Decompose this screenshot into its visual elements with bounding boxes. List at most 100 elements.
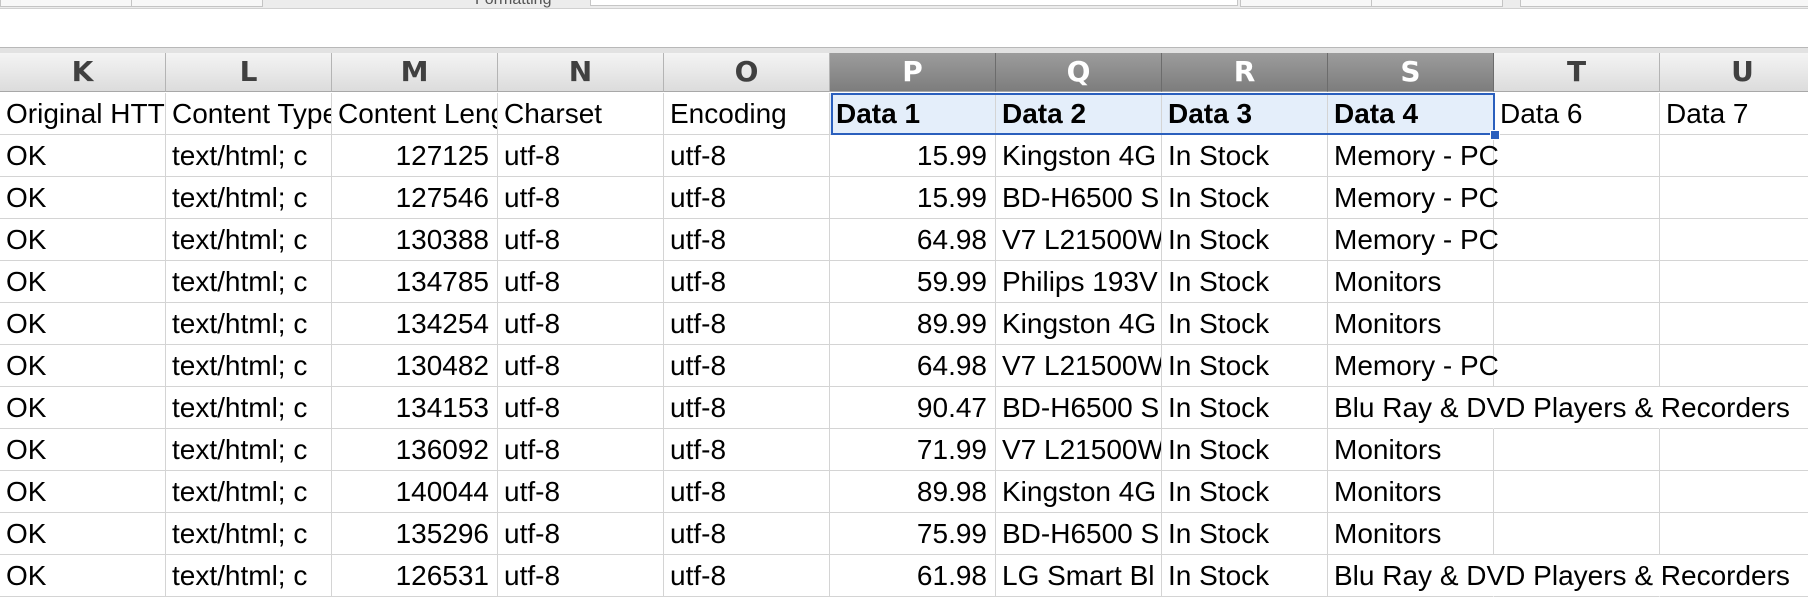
cell-k[interactable]: OK — [0, 219, 166, 261]
cell-n[interactable]: utf-8 — [498, 345, 664, 387]
cell-t[interactable] — [1494, 429, 1660, 471]
cell-q[interactable]: BD-H6500 S — [996, 513, 1162, 555]
cell-o[interactable]: utf-8 — [664, 219, 830, 261]
cell-l[interactable]: text/html; c — [166, 429, 332, 471]
cell-t[interactable] — [1494, 135, 1660, 177]
cell-l[interactable]: text/html; c — [166, 219, 332, 261]
cell-s[interactable]: Memory - PC — [1328, 345, 1499, 387]
cell-p[interactable]: 89.98 — [830, 471, 996, 513]
cell-o[interactable]: utf-8 — [664, 135, 830, 177]
cell-s[interactable]: Monitors — [1328, 261, 1494, 303]
cell-o[interactable]: utf-8 — [664, 261, 830, 303]
cell-k[interactable]: OK — [0, 429, 166, 471]
cell-m[interactable]: 134153 — [332, 387, 498, 429]
cell-o[interactable]: utf-8 — [664, 303, 830, 345]
cell-q[interactable]: Philips 193V — [996, 261, 1162, 303]
cell-n[interactable]: utf-8 — [498, 261, 664, 303]
cell-s[interactable]: Memory - PC — [1328, 177, 1499, 219]
cell-q[interactable]: V7 L21500W — [996, 345, 1162, 387]
cell-n[interactable]: utf-8 — [498, 429, 664, 471]
cell-t[interactable] — [1494, 345, 1660, 387]
cell-m[interactable]: 140044 — [332, 471, 498, 513]
header-cell-k[interactable]: Original HTTP — [0, 93, 166, 135]
cell-l[interactable]: text/html; c — [166, 303, 332, 345]
cell-n[interactable]: utf-8 — [498, 303, 664, 345]
cell-s[interactable]: Blu Ray & DVD Players & Recorders — [1328, 555, 1790, 597]
cell-n[interactable]: utf-8 — [498, 471, 664, 513]
header-cell-p[interactable]: Data 1 — [830, 93, 996, 135]
cell-o[interactable]: utf-8 — [664, 345, 830, 387]
column-header-r[interactable]: R — [1162, 53, 1328, 92]
column-header-l[interactable]: L — [166, 53, 332, 92]
toolbar-segment[interactable] — [1520, 0, 1808, 7]
toolbar-segment[interactable] — [1240, 0, 1372, 7]
cell-r[interactable]: In Stock — [1162, 345, 1328, 387]
cell-k[interactable]: OK — [0, 387, 166, 429]
toolbar-segment[interactable] — [131, 0, 263, 7]
formatting-field[interactable] — [590, 0, 1238, 6]
column-header-k[interactable]: K — [0, 53, 166, 92]
column-header-n[interactable]: N — [498, 53, 664, 92]
column-header-q[interactable]: Q — [996, 53, 1162, 92]
cell-r[interactable]: In Stock — [1162, 261, 1328, 303]
header-cell-o[interactable]: Encoding — [664, 93, 830, 135]
cell-l[interactable]: text/html; c — [166, 513, 332, 555]
cell-u[interactable] — [1660, 135, 1808, 177]
cell-s[interactable]: Memory - PC — [1328, 219, 1499, 261]
cell-p[interactable]: 75.99 — [830, 513, 996, 555]
cell-m[interactable]: 136092 — [332, 429, 498, 471]
cell-p[interactable]: 15.99 — [830, 135, 996, 177]
cell-q[interactable]: Kingston 4G — [996, 471, 1162, 513]
toolbar-segment[interactable] — [1371, 0, 1503, 7]
cell-r[interactable]: In Stock — [1162, 429, 1328, 471]
cell-u[interactable] — [1660, 471, 1808, 513]
cell-k[interactable]: OK — [0, 513, 166, 555]
cell-l[interactable]: text/html; c — [166, 555, 332, 597]
cell-u[interactable] — [1660, 303, 1808, 345]
cell-r[interactable]: In Stock — [1162, 387, 1328, 429]
cell-m[interactable]: 134785 — [332, 261, 498, 303]
header-cell-r[interactable]: Data 3 — [1162, 93, 1328, 135]
cell-u[interactable] — [1660, 513, 1808, 555]
cell-k[interactable]: OK — [0, 177, 166, 219]
cell-u[interactable] — [1660, 177, 1808, 219]
column-header-m[interactable]: M — [332, 53, 498, 92]
cell-n[interactable]: utf-8 — [498, 135, 664, 177]
column-header-p[interactable]: P — [830, 53, 996, 92]
cell-q[interactable]: Kingston 4G — [996, 135, 1162, 177]
cell-t[interactable] — [1494, 303, 1660, 345]
header-cell-n[interactable]: Charset — [498, 93, 664, 135]
cell-s[interactable]: Monitors — [1328, 513, 1494, 555]
cell-l[interactable]: text/html; c — [166, 387, 332, 429]
cell-u[interactable] — [1660, 429, 1808, 471]
cell-p[interactable]: 64.98 — [830, 219, 996, 261]
cell-p[interactable]: 61.98 — [830, 555, 996, 597]
cell-r[interactable]: In Stock — [1162, 135, 1328, 177]
cell-s[interactable]: Memory - PC — [1328, 135, 1499, 177]
cell-l[interactable]: text/html; c — [166, 135, 332, 177]
cell-l[interactable]: text/html; c — [166, 471, 332, 513]
cell-p[interactable]: 90.47 — [830, 387, 996, 429]
cell-m[interactable]: 135296 — [332, 513, 498, 555]
cell-l[interactable]: text/html; c — [166, 261, 332, 303]
header-cell-m[interactable]: Content Length — [332, 93, 498, 135]
cell-l[interactable]: text/html; c — [166, 345, 332, 387]
cell-l[interactable]: text/html; c — [166, 177, 332, 219]
cell-o[interactable]: utf-8 — [664, 555, 830, 597]
cell-n[interactable]: utf-8 — [498, 387, 664, 429]
header-cell-u[interactable]: Data 7 — [1660, 93, 1808, 135]
cell-r[interactable]: In Stock — [1162, 555, 1328, 597]
cell-n[interactable]: utf-8 — [498, 219, 664, 261]
header-cell-t[interactable]: Data 6 — [1494, 93, 1660, 135]
header-cell-l[interactable]: Content Type — [166, 93, 332, 135]
cell-u[interactable] — [1660, 219, 1808, 261]
cell-p[interactable]: 64.98 — [830, 345, 996, 387]
cell-o[interactable]: utf-8 — [664, 177, 830, 219]
cell-t[interactable] — [1494, 513, 1660, 555]
cell-s[interactable]: Blu Ray & DVD Players & Recorders — [1328, 387, 1790, 429]
cell-o[interactable]: utf-8 — [664, 471, 830, 513]
cell-q[interactable]: V7 L21500W — [996, 429, 1162, 471]
cell-p[interactable]: 59.99 — [830, 261, 996, 303]
cell-p[interactable]: 71.99 — [830, 429, 996, 471]
column-header-t[interactable]: T — [1494, 53, 1660, 92]
